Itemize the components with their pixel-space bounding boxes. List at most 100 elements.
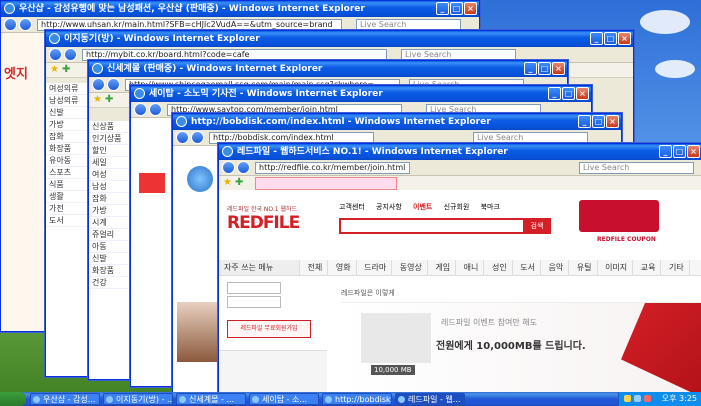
list-item[interactable]: 시계: [89, 217, 131, 229]
list-item[interactable]: 가방: [89, 205, 131, 217]
menu-item[interactable]: 신규회원: [444, 203, 470, 211]
taskbar-button[interactable]: 레드파일 - 웹...: [395, 393, 465, 405]
taskbar-button[interactable]: 신세계몰 - ...: [176, 393, 246, 405]
tray-icon[interactable]: [644, 395, 651, 402]
minimize-button[interactable]: _: [590, 32, 603, 45]
category-tab[interactable]: 영화: [331, 260, 357, 275]
redfile-logo[interactable]: 레드파일 한국 NO.1 웹하드 REDFILE: [227, 204, 300, 233]
list-item[interactable]: 잡화: [89, 193, 131, 205]
category-tab[interactable]: 음악: [544, 260, 570, 275]
close-button[interactable]: ×: [576, 87, 589, 100]
list-item[interactable]: 신상품: [89, 121, 131, 133]
forward-button[interactable]: [191, 131, 204, 144]
minimize-button[interactable]: _: [659, 145, 672, 158]
forward-button[interactable]: [64, 48, 77, 61]
forward-button[interactable]: [107, 78, 120, 91]
menu-item[interactable]: 이벤트: [413, 203, 432, 211]
tray-icon[interactable]: [634, 395, 641, 402]
list-item[interactable]: 할인: [89, 145, 131, 157]
search-input[interactable]: [339, 218, 533, 234]
list-item[interactable]: 인기상품: [89, 133, 131, 145]
back-button[interactable]: [92, 78, 105, 91]
list-item[interactable]: 신발: [89, 253, 131, 265]
category-tab[interactable]: 전체: [303, 260, 329, 275]
password-field[interactable]: [227, 296, 281, 308]
favorites-star-icon[interactable]: ★: [50, 64, 59, 75]
category-tab[interactable]: 기타: [664, 260, 690, 275]
menu-item[interactable]: 공지사항: [376, 203, 402, 211]
category-tab[interactable]: 도서: [515, 260, 541, 275]
list-item[interactable]: 여성: [89, 169, 131, 181]
list-item[interactable]: 세일: [89, 157, 131, 169]
menu-item[interactable]: 북마크: [481, 203, 500, 211]
forward-button[interactable]: [237, 161, 250, 174]
tray-icon[interactable]: [624, 395, 631, 402]
close-button[interactable]: ×: [687, 145, 700, 158]
maximize-button[interactable]: □: [604, 32, 617, 45]
category-tab[interactable]: 게임: [430, 260, 457, 275]
taskbar-button[interactable]: 우산샵 - 감성...: [30, 393, 100, 405]
title-bar[interactable]: 세이탑 - 소노믹 기사전 - Windows Internet Explore…: [131, 86, 591, 102]
join-button[interactable]: 레드파일 무료회원가입: [227, 320, 311, 338]
maximize-button[interactable]: □: [673, 145, 686, 158]
list-item[interactable]: 잡화: [46, 131, 88, 143]
category-tab[interactable]: 이미지: [600, 260, 634, 275]
event-banner[interactable]: 10,000 MB 레드파일 이벤트 참여만 해도 전원에게 10,000MB를…: [341, 302, 701, 396]
title-bar[interactable]: 레드파일 - 웹하드서비스 NO.1! - Windows Internet E…: [219, 144, 701, 160]
minimize-button[interactable]: _: [436, 2, 449, 15]
back-button[interactable]: [4, 18, 17, 31]
category-tab[interactable]: 애니: [459, 260, 485, 275]
list-item[interactable]: 화장품: [46, 143, 88, 155]
favorites-star-icon[interactable]: ★: [223, 177, 232, 188]
list-item[interactable]: 생활: [46, 191, 88, 203]
list-item[interactable]: 남성의류: [46, 95, 88, 107]
list-item[interactable]: 도서: [46, 215, 88, 227]
list-item[interactable]: 아동: [89, 241, 131, 253]
list-item[interactable]: 건강: [89, 277, 131, 289]
minimize-button[interactable]: _: [578, 115, 591, 128]
maximize-button[interactable]: □: [538, 62, 551, 75]
search-field[interactable]: Live Search: [579, 162, 694, 174]
add-favorite-icon[interactable]: ✚: [105, 94, 113, 105]
minimize-button[interactable]: _: [524, 62, 537, 75]
back-button[interactable]: [176, 131, 189, 144]
search-button[interactable]: 검색: [523, 218, 551, 234]
list-item[interactable]: 가전: [46, 203, 88, 215]
minimize-button[interactable]: _: [548, 87, 561, 100]
category-tab[interactable]: 드라마: [359, 260, 393, 275]
taskbar-button[interactable]: 이지동기(방) - ...: [103, 393, 173, 405]
list-item[interactable]: 식품: [46, 179, 88, 191]
category-tab[interactable]: 교육: [636, 260, 662, 275]
list-item[interactable]: 여성의류: [46, 83, 88, 95]
list-item[interactable]: 가방: [46, 119, 88, 131]
close-button[interactable]: ×: [552, 62, 565, 75]
browser-window-redfile[interactable]: 레드파일 - 웹하드서비스 NO.1! - Windows Internet E…: [218, 143, 701, 397]
category-tab[interactable]: 유틸: [572, 260, 598, 275]
maximize-button[interactable]: □: [592, 115, 605, 128]
title-bar[interactable]: http://bobdisk.com/index.html - Windows …: [173, 114, 621, 130]
list-item[interactable]: 스포츠: [46, 167, 88, 179]
menu-item[interactable]: 고객센터: [339, 203, 365, 211]
close-button[interactable]: ×: [606, 115, 619, 128]
maximize-button[interactable]: □: [450, 2, 463, 15]
list-item[interactable]: 신발: [46, 107, 88, 119]
back-button[interactable]: [222, 161, 235, 174]
category-tab[interactable]: 동영상: [395, 260, 428, 275]
forward-button[interactable]: [149, 103, 162, 116]
forward-button[interactable]: [19, 18, 32, 31]
title-bar[interactable]: 신세계몰 (판매중) - Windows Internet Explorer _…: [89, 61, 567, 77]
coupon-banner[interactable]: [579, 200, 659, 232]
close-button[interactable]: ×: [618, 32, 631, 45]
id-field[interactable]: [227, 282, 281, 294]
title-bar[interactable]: 이지동기(방) - Windows Internet Explorer _ □ ×: [46, 31, 633, 47]
taskbar-button[interactable]: 세이탑 - 소...: [249, 393, 319, 405]
taskbar-button[interactable]: http://bobdisk...: [322, 393, 392, 405]
add-favorite-icon[interactable]: ✚: [62, 64, 70, 75]
list-item[interactable]: 유아동: [46, 155, 88, 167]
favorites-star-icon[interactable]: ★: [93, 94, 102, 105]
close-button[interactable]: ×: [464, 2, 477, 15]
tab-redfile[interactable]: [255, 177, 397, 190]
start-button[interactable]: [0, 392, 26, 406]
url-field[interactable]: http://redfile.co.kr/member/join.html: [255, 162, 410, 174]
list-item[interactable]: 화장품: [89, 265, 131, 277]
